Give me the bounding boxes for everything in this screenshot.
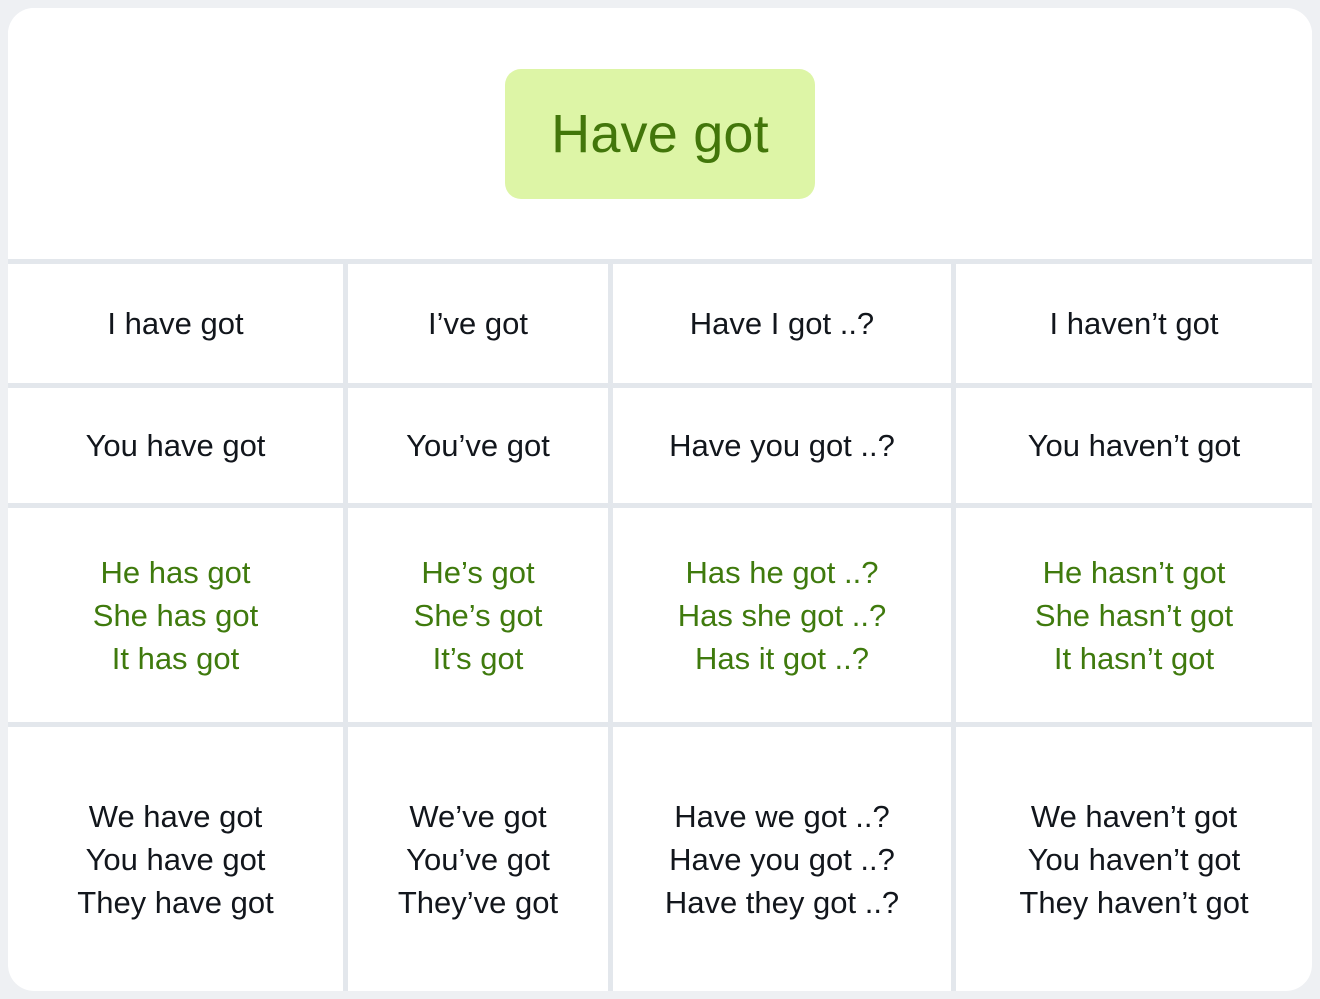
cell-line: He’s got <box>421 554 535 590</box>
table-row: He has got She has got It has got He’s g… <box>8 508 1312 722</box>
cell-line: Has he got ..? <box>685 554 879 590</box>
cell-negative: I haven’t got <box>956 264 1312 383</box>
cell-line: They have got <box>77 884 274 920</box>
cell-line: They’ve got <box>397 884 559 920</box>
cell-line: We’ve got <box>409 798 547 834</box>
cell-line: It hasn’t got <box>1053 640 1215 676</box>
cell-line: You haven’t got <box>1027 428 1241 463</box>
cell-affirmative-full: You have got <box>8 388 343 503</box>
cell-line: We have got <box>88 798 263 834</box>
page-title: Have got <box>505 68 815 199</box>
cell-line: Has she got ..? <box>677 597 887 633</box>
cell-affirmative-short: He’s got She’s got It’s got <box>348 508 608 722</box>
cell-line: Have they got ..? <box>664 884 900 920</box>
cell-line: It has got <box>111 640 240 676</box>
cell-line: He hasn’t got <box>1042 554 1226 590</box>
card-header: Have got <box>8 8 1312 259</box>
cell-negative: He hasn’t got She hasn’t got It hasn’t g… <box>956 508 1312 722</box>
cell-question: Has he got ..? Has she got ..? Has it go… <box>613 508 951 722</box>
cell-negative: You haven’t got <box>956 388 1312 503</box>
table-row: We have got You have got They have got W… <box>8 727 1312 991</box>
cell-line: You have got <box>85 841 266 877</box>
cell-affirmative-short: We’ve got You’ve got They’ve got <box>348 727 608 991</box>
cell-line: They haven’t got <box>1019 884 1249 920</box>
cell-line: You’ve got <box>406 841 550 877</box>
cell-line: We haven’t got <box>1030 798 1238 834</box>
cell-line: She hasn’t got <box>1034 597 1234 633</box>
cell-line: I haven’t got <box>1049 306 1219 341</box>
cell-affirmative-full: He has got She has got It has got <box>8 508 343 722</box>
table-row: I have got I’ve got Have I got ..? I hav… <box>8 264 1312 383</box>
cell-line: Have we got ..? <box>674 798 890 834</box>
cell-line: Have you got ..? <box>669 841 895 877</box>
cell-affirmative-short: You’ve got <box>348 388 608 503</box>
cell-line: I have got <box>107 306 244 341</box>
cell-line: He has got <box>100 554 251 590</box>
cell-line: She has got <box>92 597 259 633</box>
cell-question: Have you got ..? <box>613 388 951 503</box>
cell-affirmative-full: We have got You have got They have got <box>8 727 343 991</box>
cell-line: I’ve got <box>428 306 528 341</box>
cell-line: Have I got ..? <box>689 306 875 341</box>
cell-line: You’ve got <box>406 428 550 463</box>
table-row: You have got You’ve got Have you got ..?… <box>8 388 1312 503</box>
cell-negative: We haven’t got You haven’t got They have… <box>956 727 1312 991</box>
cell-line: You have got <box>85 428 266 463</box>
cell-question: Have we got ..? Have you got ..? Have th… <box>613 727 951 991</box>
conjugation-grid: I have got I’ve got Have I got ..? I hav… <box>8 259 1312 991</box>
cell-line: Has it got ..? <box>694 640 870 676</box>
cell-line: She’s got <box>413 597 543 633</box>
cell-line: Have you got ..? <box>669 428 895 463</box>
cell-question: Have I got ..? <box>613 264 951 383</box>
grammar-reference-card: Have got I have got I’ve got Have I got … <box>8 8 1312 991</box>
cell-affirmative-short: I’ve got <box>348 264 608 383</box>
cell-affirmative-full: I have got <box>8 264 343 383</box>
cell-line: It’s got <box>432 640 524 676</box>
cell-line: You haven’t got <box>1027 841 1241 877</box>
